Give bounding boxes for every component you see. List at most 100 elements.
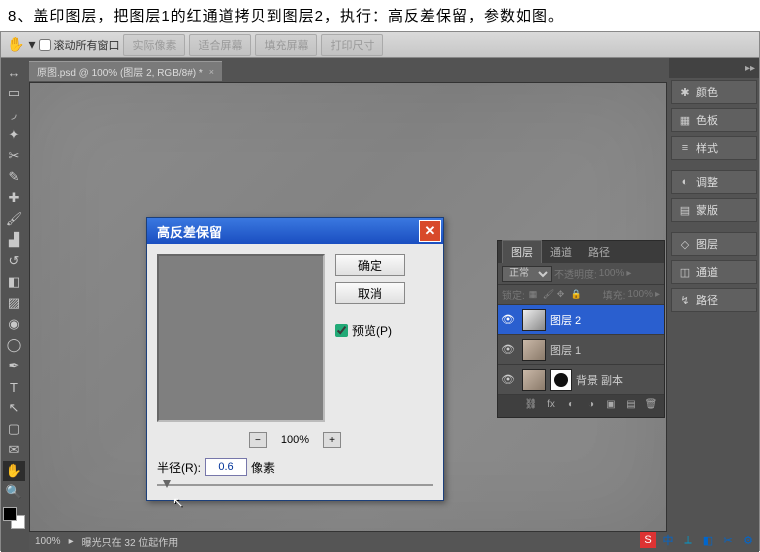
- close-dialog-button[interactable]: ✕: [419, 220, 441, 242]
- adjustment-layer-icon[interactable]: ◑: [584, 399, 598, 413]
- paths-icon: ↯: [678, 293, 692, 307]
- panel-color[interactable]: ✱颜色: [671, 80, 757, 104]
- path-tool[interactable]: ↖: [3, 398, 25, 418]
- lock-paint-icon[interactable]: 🖌: [543, 289, 555, 301]
- print-size-button[interactable]: 打印尺寸: [321, 34, 383, 56]
- add-mask-icon[interactable]: ◐: [564, 399, 578, 413]
- lasso-tool[interactable]: ◞: [3, 104, 25, 124]
- options-bar: ✋ ▾ 滚动所有窗口 实际像素 适合屏幕 填充屏幕 打印尺寸: [1, 32, 759, 58]
- blend-mode-select[interactable]: 正常: [502, 266, 552, 282]
- radius-input[interactable]: [205, 458, 247, 476]
- cancel-button[interactable]: 取消: [335, 282, 405, 304]
- layer-row[interactable]: 👁 背景 副本: [498, 365, 664, 395]
- visibility-toggle[interactable]: 👁: [498, 373, 518, 386]
- layer-row[interactable]: 👁 图层 1: [498, 335, 664, 365]
- blend-opacity-row: 正常 不透明度: 100% ▸: [498, 263, 664, 285]
- panel-mask[interactable]: ▤蒙版: [671, 198, 757, 222]
- radius-unit: 像素: [251, 459, 275, 476]
- slider-thumb[interactable]: ↖: [163, 480, 171, 490]
- dialog-title: 高反差保留: [157, 222, 222, 241]
- doc-tab-active[interactable]: 原图.psd @ 100% (图层 2, RGB/8#) * ×: [29, 61, 222, 81]
- tray-icon-c[interactable]: ✂: [720, 532, 736, 548]
- zoom-tool[interactable]: 🔍: [3, 482, 25, 502]
- wand-tool[interactable]: ✦: [3, 125, 25, 145]
- dodge-tool[interactable]: ◯: [3, 335, 25, 355]
- scroll-all-checkbox[interactable]: 滚动所有窗口: [39, 37, 119, 53]
- trash-icon[interactable]: 🗑: [644, 399, 658, 413]
- history-brush-tool[interactable]: ↺: [3, 251, 25, 271]
- visibility-toggle[interactable]: 👁: [498, 313, 518, 326]
- shape-tool[interactable]: ▢: [3, 419, 25, 439]
- panel-styles[interactable]: ≡样式: [671, 136, 757, 160]
- preview-check-input[interactable]: [335, 324, 348, 337]
- lock-transparent-icon[interactable]: ▦: [529, 289, 541, 301]
- panel-adjust[interactable]: ◐调整: [671, 170, 757, 194]
- layer-thumb[interactable]: [522, 309, 546, 331]
- status-info: 曝光只在 32 位起作用: [82, 534, 179, 549]
- layer-row[interactable]: 👁 图层 2: [498, 305, 664, 335]
- opacity-label: 不透明度:: [554, 266, 597, 281]
- link-layers-icon[interactable]: ⛓: [524, 399, 538, 413]
- close-tab-icon[interactable]: ×: [209, 67, 214, 77]
- dialog-body: 确定 取消 预览(P): [147, 244, 443, 432]
- type-tool[interactable]: T: [3, 377, 25, 397]
- eyedropper-tool[interactable]: ✎: [3, 167, 25, 187]
- tray-icon-a[interactable]: ⟂: [680, 532, 696, 548]
- panel-swatches[interactable]: ▦色板: [671, 108, 757, 132]
- ime-icon[interactable]: S: [640, 532, 656, 548]
- preview-checkbox[interactable]: 预览(P): [335, 322, 405, 339]
- lock-all-icon[interactable]: 🔒: [571, 289, 583, 301]
- new-group-icon[interactable]: ▣: [604, 399, 618, 413]
- tab-paths[interactable]: 路径: [580, 241, 618, 263]
- stamp-tool[interactable]: ▟: [3, 230, 25, 250]
- actual-pixels-button[interactable]: 实际像素: [123, 34, 185, 56]
- fg-color-swatch[interactable]: [3, 507, 17, 521]
- tool-palette: ↔ ▭ ◞ ✦ ✂ ✎ ✚ 🖌 ▟ ↺ ◧ ▨ ◉ ◯ ✒ T ↖ ▢ ✉ ✋ …: [1, 58, 27, 552]
- opacity-caret-icon[interactable]: ▸: [626, 268, 631, 279]
- hand-tool[interactable]: ✋: [3, 461, 25, 481]
- visibility-toggle[interactable]: 👁: [498, 343, 518, 356]
- filter-preview[interactable]: [157, 254, 325, 422]
- heal-tool[interactable]: ✚: [3, 188, 25, 208]
- panel-layers[interactable]: ◇图层: [671, 232, 757, 256]
- dock-collapse-icon[interactable]: ▸▸: [669, 58, 759, 78]
- lang-icon[interactable]: 中: [660, 532, 676, 548]
- tray-icon-d[interactable]: ⚙: [740, 532, 756, 548]
- zoom-out-button[interactable]: −: [249, 432, 267, 448]
- ok-button[interactable]: 确定: [335, 254, 405, 276]
- zoom-in-button[interactable]: +: [323, 432, 341, 448]
- notes-tool[interactable]: ✉: [3, 440, 25, 460]
- crop-tool[interactable]: ✂: [3, 146, 25, 166]
- blur-tool[interactable]: ◉: [3, 314, 25, 334]
- hand-icon[interactable]: ✋: [7, 36, 24, 53]
- status-triangle-icon[interactable]: ▸: [69, 536, 74, 547]
- panel-paths[interactable]: ↯路径: [671, 288, 757, 312]
- nav-caret-icon[interactable]: ▾: [28, 36, 35, 53]
- fill-screen-button[interactable]: 填充屏幕: [255, 34, 317, 56]
- tray-icon-b[interactable]: ◧: [700, 532, 716, 548]
- fit-screen-button[interactable]: 适合屏幕: [189, 34, 251, 56]
- brush-tool[interactable]: 🖌: [3, 209, 25, 229]
- move-tool[interactable]: ↔: [3, 62, 25, 82]
- pen-tool[interactable]: ✒: [3, 356, 25, 376]
- layer-thumb[interactable]: [522, 369, 546, 391]
- tab-channels[interactable]: 通道: [542, 241, 580, 263]
- styles-icon: ≡: [678, 141, 692, 155]
- layer-thumb[interactable]: [522, 339, 546, 361]
- radius-slider[interactable]: ↖: [157, 484, 433, 486]
- fx-icon[interactable]: fx: [544, 399, 558, 413]
- fill-caret-icon[interactable]: ▸: [655, 289, 660, 300]
- marquee-tool[interactable]: ▭: [3, 83, 25, 103]
- lock-fill-row: 锁定: ▦ 🖌 ✥ 🔒 填充: 100% ▸: [498, 285, 664, 305]
- new-layer-icon[interactable]: ▤: [624, 399, 638, 413]
- layer-mask-thumb[interactable]: [550, 369, 572, 391]
- lock-move-icon[interactable]: ✥: [557, 289, 569, 301]
- panel-channels[interactable]: ◫通道: [671, 260, 757, 284]
- gradient-tool[interactable]: ▨: [3, 293, 25, 313]
- tab-layers[interactable]: 图层: [502, 240, 542, 263]
- radius-row: 半径(R): 像素: [147, 454, 443, 480]
- dialog-titlebar[interactable]: 高反差保留 ✕: [147, 218, 443, 244]
- color-swatches[interactable]: [3, 507, 25, 529]
- eraser-tool[interactable]: ◧: [3, 272, 25, 292]
- scroll-all-input[interactable]: [39, 39, 51, 51]
